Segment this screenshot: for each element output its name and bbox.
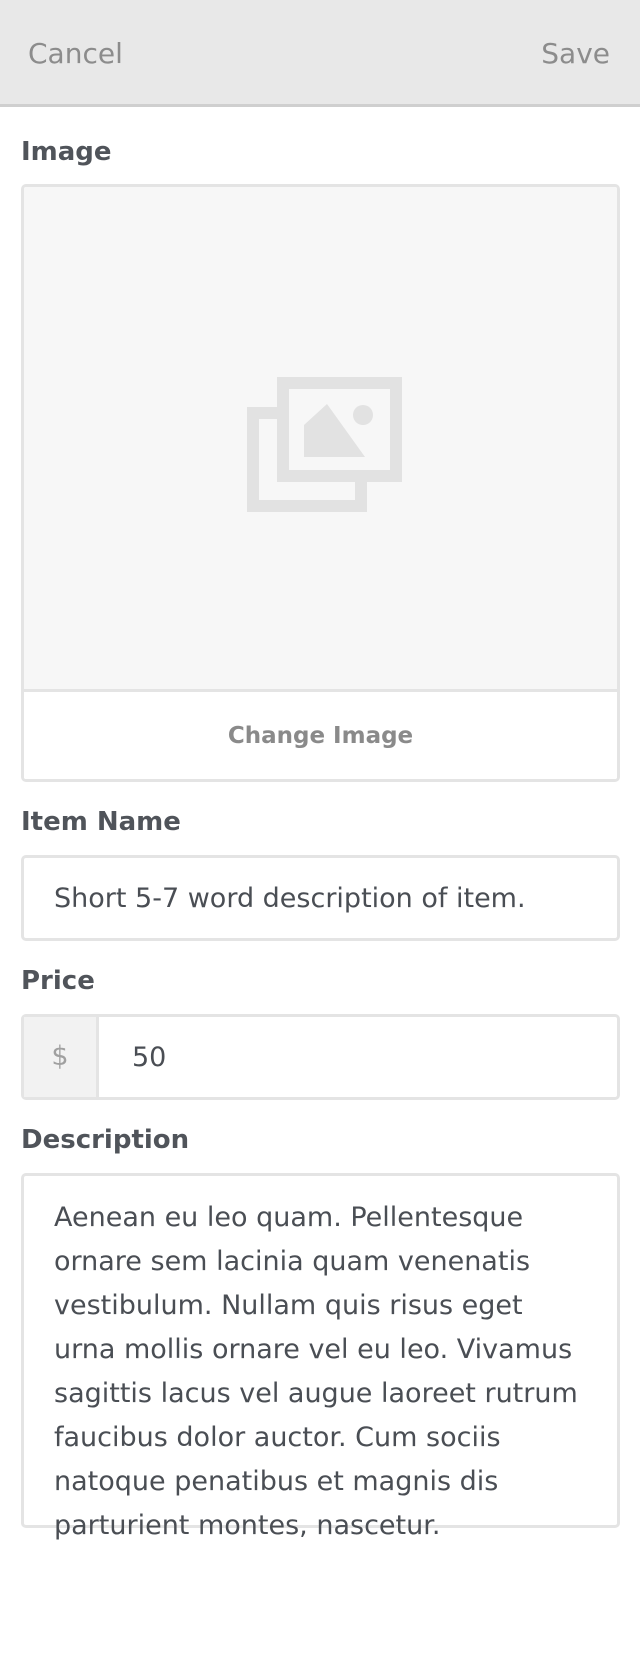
price-field: $ xyxy=(21,1014,620,1100)
item-name-label: Item Name xyxy=(21,807,181,837)
item-name-input[interactable] xyxy=(24,858,617,938)
top-bar: Cancel Save xyxy=(0,0,640,107)
description-field: Aenean eu leo quam. Pellentesque ornare … xyxy=(21,1173,620,1541)
description-textarea[interactable]: Aenean eu leo quam. Pellentesque ornare … xyxy=(24,1176,617,1541)
currency-addon: $ xyxy=(24,1017,99,1097)
description-label: Description xyxy=(21,1125,190,1155)
image-placeholder-icon xyxy=(247,377,402,512)
item-name-field xyxy=(21,855,620,941)
price-label: Price xyxy=(21,966,95,996)
image-preview xyxy=(24,187,617,692)
image-card: Change Image xyxy=(21,184,620,782)
cancel-button[interactable]: Cancel xyxy=(28,37,123,71)
change-image-button[interactable]: Change Image xyxy=(24,692,617,779)
price-input[interactable] xyxy=(102,1017,617,1097)
save-button[interactable]: Save xyxy=(541,37,610,71)
image-label: Image xyxy=(21,137,112,167)
